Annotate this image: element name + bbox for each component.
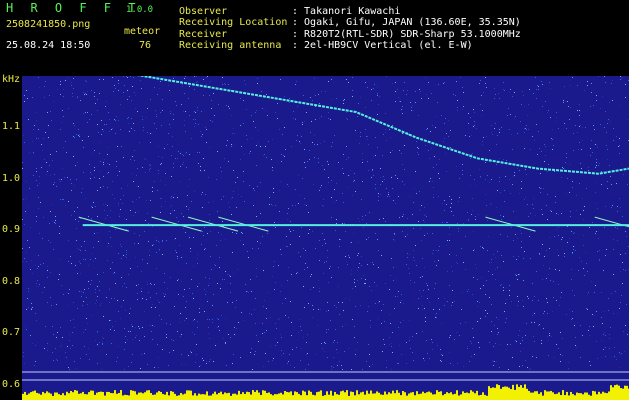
spectrogram-plot xyxy=(22,76,629,400)
y-tick-label: 0.7 xyxy=(2,327,21,339)
info-value-antenna: : 2el-HB9CV Vertical (el. E-W) xyxy=(292,40,473,51)
file-datetime: 25.08.24 18:50 xyxy=(6,40,91,51)
spectrogram-background xyxy=(22,76,629,400)
meteor-count: 76 xyxy=(139,40,152,51)
info-label-antenna: Receiving antenna xyxy=(179,40,282,51)
y-tick-label: 0.6 xyxy=(2,378,21,390)
info-value-location: : Ogaki, Gifu, JAPAN (136.60E, 35.35N) xyxy=(292,17,521,28)
info-label-location: Receiving Location xyxy=(179,17,288,28)
app-name: H R O F F T xyxy=(6,1,141,15)
y-tick-label: 1.0 xyxy=(2,172,21,184)
meteor-label: meteor xyxy=(124,26,161,37)
y-tick-label: 1.1 xyxy=(2,121,21,133)
y-axis-label: kHz xyxy=(2,74,21,85)
spectrogram-window: H R O F F T 1.0.0 2508241850.png 25.08.2… xyxy=(0,0,629,400)
y-tick-label: 0.9 xyxy=(2,224,21,236)
app-version: 1.0.0 xyxy=(126,5,154,15)
y-tick-label: 0.8 xyxy=(2,275,21,287)
file-name: 2508241850.png xyxy=(6,19,91,30)
spectrogram-svg xyxy=(22,76,629,400)
